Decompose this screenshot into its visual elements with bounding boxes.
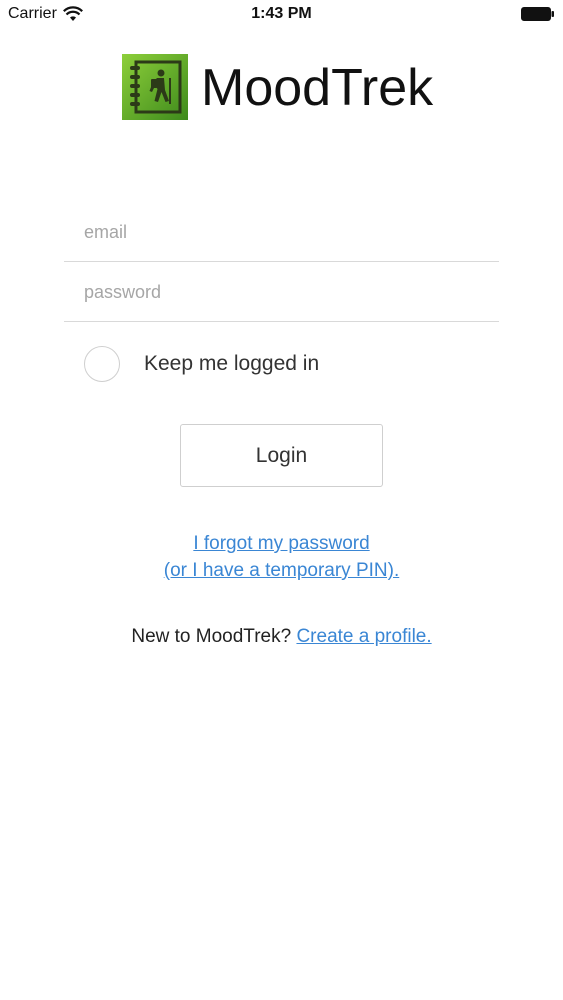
status-time: 1:43 PM	[251, 5, 312, 22]
password-field-container	[64, 263, 499, 322]
keep-logged-in-checkbox[interactable]	[84, 346, 120, 382]
temporary-pin-link[interactable]: (or I have a temporary PIN).	[164, 560, 399, 581]
app-header: MoodTrek	[0, 52, 563, 122]
status-bar: Carrier 1:43 PM	[0, 0, 563, 30]
forgot-password-block: I forgot my password (or I have a tempor…	[0, 530, 563, 584]
battery-icon	[521, 7, 554, 21]
password-input[interactable]	[84, 275, 484, 309]
hiker-journal-icon	[122, 54, 188, 120]
login-button[interactable]: Login	[180, 424, 383, 487]
keep-logged-in-label: Keep me logged in	[144, 352, 320, 375]
email-input[interactable]	[84, 215, 484, 249]
signup-row: New to MoodTrek? Create a profile.	[0, 626, 563, 648]
app-title: MoodTrek	[201, 59, 434, 117]
forgot-password-link[interactable]: I forgot my password	[193, 533, 369, 554]
create-profile-link[interactable]: Create a profile.	[296, 626, 431, 647]
new-user-prompt: New to MoodTrek?	[131, 626, 292, 647]
keep-logged-in-row[interactable]: Keep me logged in	[84, 344, 319, 384]
email-field-container	[64, 203, 499, 262]
